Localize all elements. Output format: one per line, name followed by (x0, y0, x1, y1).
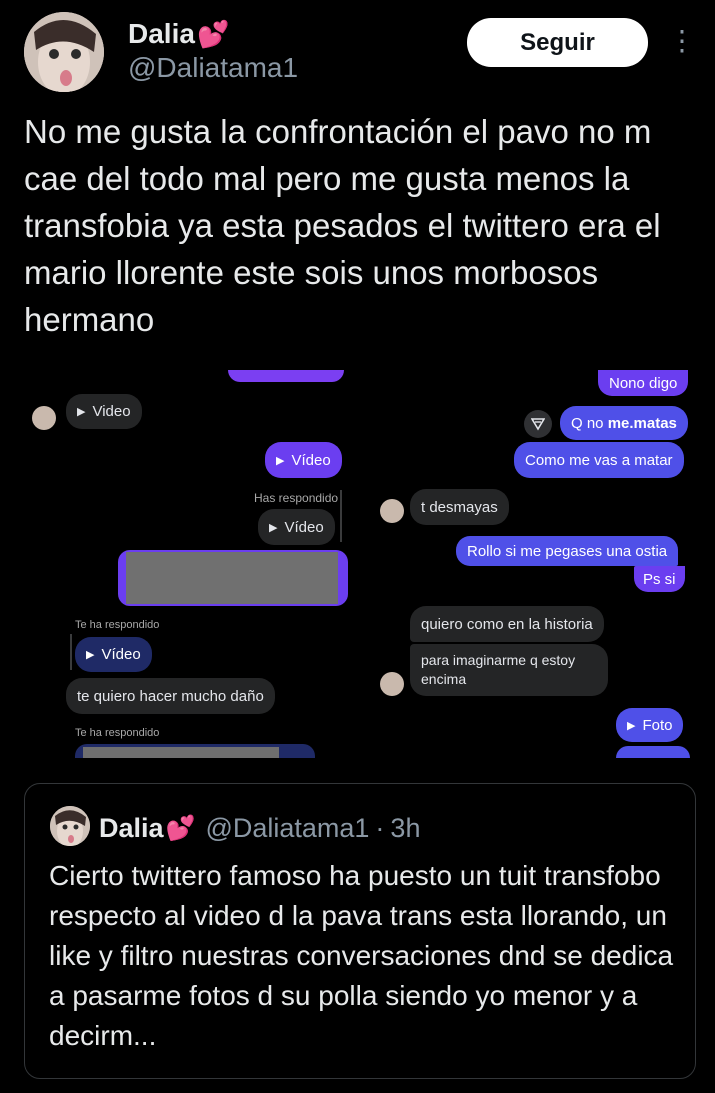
play-icon: ▶ (269, 521, 278, 534)
chat-screenshot-left[interactable]: ▶ Video ▶ Vídeo Has respondido ▶ Vídeo T… (24, 370, 358, 758)
message-text: te quiero hacer mucho daño (77, 687, 264, 705)
message-text: quiero como en la historia (421, 615, 593, 633)
video-bubble-out[interactable]: ▶ Vídeo (265, 442, 342, 478)
share-icon[interactable] (524, 410, 552, 438)
author-name-row[interactable]: Dalia 💕 (128, 16, 229, 52)
video-quote-bubble[interactable]: ▶ Vídeo (75, 637, 152, 672)
message-text: Rollo si me pegases una ostia (467, 542, 668, 560)
play-icon: ▶ (86, 649, 95, 661)
more-options-icon[interactable]: ⋮ (668, 24, 696, 57)
author-name[interactable]: Dalia (128, 18, 195, 50)
photo-label: Foto (642, 716, 673, 734)
quoted-author-handle[interactable]: @Daliatama1 (205, 813, 369, 844)
message-bubble[interactable]: te quiero hacer mucho daño (66, 678, 275, 714)
message-text: Q no (571, 414, 608, 432)
censored-image (118, 550, 348, 606)
video-reply-bubble[interactable]: ▶ Vídeo (258, 509, 335, 545)
hearts-emoji: 💕 (165, 814, 196, 842)
quoted-author-name[interactable]: Dalia (99, 813, 164, 844)
message-text: Nono digo (609, 374, 678, 392)
contact-avatar (32, 406, 56, 430)
tweet-text: No me gusta la confrontación el pavo no … (24, 113, 661, 338)
message-text: Como me vas a matar (525, 451, 673, 469)
message-bubble[interactable]: Como me vas a matar (514, 442, 684, 478)
contact-avatar (380, 672, 404, 696)
video-label: Vídeo (291, 451, 331, 469)
video-label: Video (92, 403, 131, 420)
video-label: Vídeo (101, 646, 141, 663)
message-link[interactable]: me.matas (608, 415, 677, 432)
purple-bubble-edge (228, 370, 344, 382)
quoted-tweet-text: Cierto twittero famoso ha puesto un tuit… (49, 860, 674, 1051)
message-text: para imaginarme q estoy encima (421, 652, 576, 687)
quoted-header: Dalia 💕 @Daliatama1 · 3h (99, 808, 420, 848)
message-bubble[interactable]: Q no me.matas (560, 406, 688, 440)
quoted-tweet[interactable]: Dalia 💕 @Daliatama1 · 3h Cierto twittero… (24, 783, 696, 1079)
te-ha-respondido-label: Te ha respondido (75, 727, 160, 739)
message-text: Ps si (643, 570, 676, 588)
blue-bubble-edge (616, 746, 690, 758)
replied-label: Has respondido (254, 491, 339, 505)
author-avatar[interactable] (24, 12, 104, 92)
contact-avatar (380, 499, 404, 523)
te-ha-respondido-label: Te ha respondido (75, 619, 160, 631)
video-label: Vídeo (284, 518, 324, 536)
quoted-author-avatar[interactable] (50, 806, 90, 846)
blue-bubble-edge (75, 744, 315, 758)
play-icon: ▶ (276, 454, 285, 467)
separator-dot: · (375, 812, 385, 843)
message-bubble[interactable]: Ps si (634, 566, 685, 592)
play-icon: ▶ (77, 406, 86, 418)
message-bubble[interactable]: quiero como en la historia (410, 606, 604, 642)
message-text: t desmayas (421, 498, 498, 516)
reply-line (340, 490, 342, 542)
author-handle[interactable]: @Daliatama1 (128, 52, 298, 84)
video-bubble-in[interactable]: ▶ Video (66, 394, 142, 429)
reply-line (70, 634, 72, 670)
photo-bubble[interactable]: ▶ Foto (616, 708, 684, 742)
quoted-timestamp[interactable]: 3h (390, 813, 420, 844)
follow-button[interactable]: Seguir (467, 18, 648, 67)
message-bubble[interactable]: t desmayas (410, 489, 509, 525)
message-bubble[interactable]: Rollo si me pegases una ostia (456, 536, 679, 566)
chat-screenshot-right[interactable]: Nono digo Q no me.matas Como me vas a ma… (372, 370, 692, 758)
message-bubble[interactable]: Nono digo (598, 370, 689, 396)
message-bubble[interactable]: para imaginarme q estoy encima (410, 644, 608, 696)
play-icon: ▶ (627, 719, 636, 732)
hearts-emoji: 💕 (196, 18, 230, 49)
